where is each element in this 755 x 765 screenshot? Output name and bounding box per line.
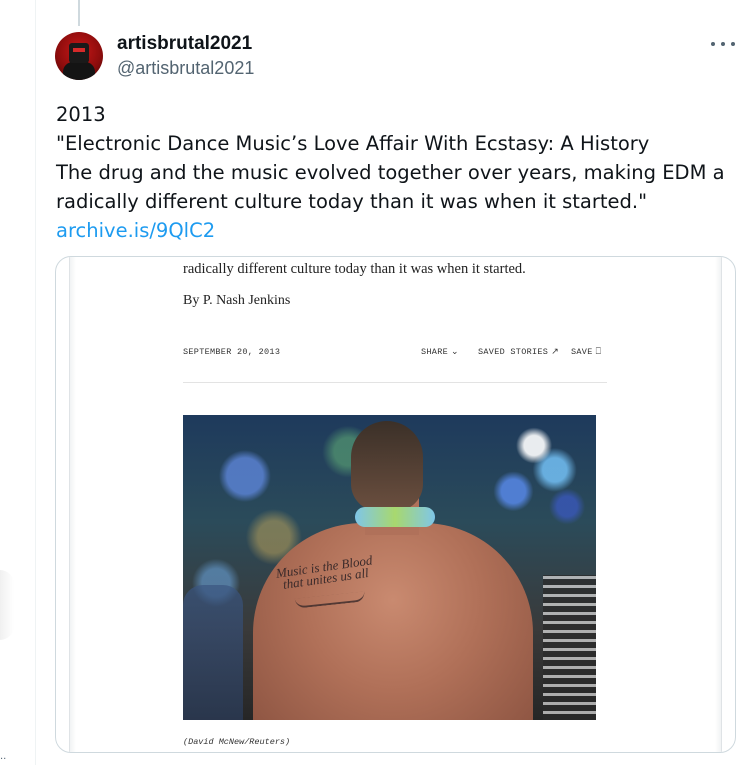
tweet-media-image[interactable]: radically different culture today than i… bbox=[55, 256, 736, 753]
photo-bare-back bbox=[253, 523, 533, 720]
tweet-text-line: "Electronic Dance Music’s Love Affair Wi… bbox=[56, 132, 650, 155]
share-label: SHARE bbox=[421, 347, 449, 357]
offscreen-dots: ·· bbox=[0, 754, 7, 765]
avatar[interactable] bbox=[55, 32, 103, 80]
tweet-text: 2013 "Electronic Dance Music’s Love Affa… bbox=[56, 100, 736, 245]
screenshot-edge-right bbox=[715, 257, 721, 752]
more-dot bbox=[721, 42, 725, 46]
bookmark-icon: ⎕ bbox=[595, 347, 602, 357]
save-label: SAVE bbox=[571, 347, 593, 357]
avatar-figure-head bbox=[69, 43, 89, 63]
offscreen-panel-edge bbox=[0, 570, 14, 640]
saved-stories-label: SAVED STORIES bbox=[478, 347, 549, 357]
photo-head bbox=[351, 421, 423, 511]
tweet-text-line: 2013 bbox=[56, 103, 106, 126]
save-button: SAVE ⎕ bbox=[571, 347, 601, 357]
photo-bandana bbox=[355, 507, 435, 527]
more-dot bbox=[731, 42, 735, 46]
screenshot-edge-left bbox=[70, 257, 76, 752]
avatar-figure-body bbox=[63, 62, 95, 80]
article-photo: Music is the Blood that unites us all bbox=[183, 415, 596, 720]
article-byline: By P. Nash Jenkins bbox=[183, 293, 291, 308]
tweet-text-line: radically different culture today than i… bbox=[56, 190, 648, 213]
author-handle[interactable]: @artisbrutal2021 bbox=[117, 58, 254, 79]
article-screenshot: radically different culture today than i… bbox=[69, 257, 722, 752]
author-display-name[interactable]: artisbrutal2021 bbox=[117, 33, 252, 55]
timeline-left-border bbox=[35, 0, 36, 765]
photo-caption: (David McNew/Reuters) bbox=[183, 737, 291, 747]
arrow-up-right-icon: ↗ bbox=[551, 347, 560, 357]
share-button: SHARE ⌄ bbox=[421, 347, 459, 357]
chevron-down-icon: ⌄ bbox=[451, 347, 459, 357]
article-date: SEPTEMBER 20, 2013 bbox=[183, 347, 281, 357]
photo-striped-bystander bbox=[543, 575, 596, 720]
thread-connector-line bbox=[78, 0, 80, 26]
more-options-icon[interactable] bbox=[711, 36, 735, 52]
archive-link[interactable]: archive.is/9QlC2 bbox=[56, 216, 736, 245]
photo-background-person bbox=[183, 585, 243, 720]
article-dek: radically different culture today than i… bbox=[183, 261, 526, 277]
article-toolbar: SEPTEMBER 20, 2013 SHARE ⌄ SAVED STORIES ↗… bbox=[183, 347, 607, 361]
article-divider bbox=[183, 382, 607, 383]
tweet-text-line: The drug and the music evolved together … bbox=[56, 161, 725, 184]
more-dot bbox=[711, 42, 715, 46]
saved-stories-button: SAVED STORIES ↗ bbox=[478, 347, 559, 357]
